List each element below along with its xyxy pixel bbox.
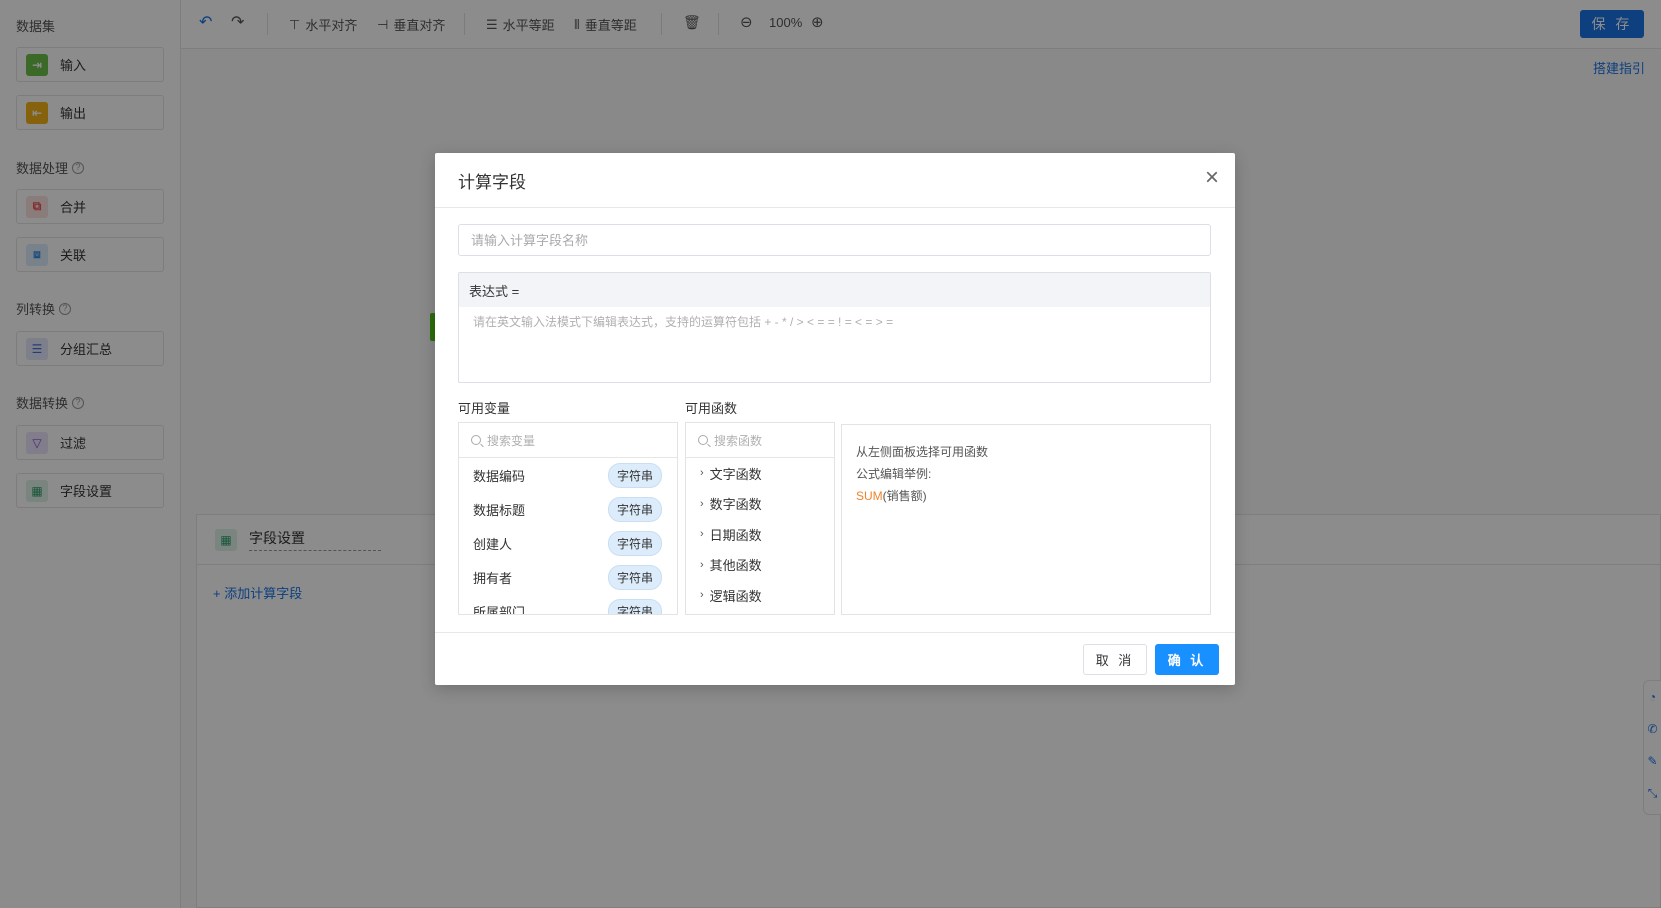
functions-label: 可用函数 <box>685 401 738 416</box>
function-category[interactable]: › 其他函数 <box>686 550 834 581</box>
function-category[interactable]: › 日期函数 <box>686 519 834 550</box>
dialog-footer: 取 消 确 认 <box>435 632 1235 685</box>
search-icon <box>698 435 708 445</box>
chevron-right-icon: › <box>700 497 704 510</box>
info-example: SUM(销售额) <box>856 489 927 503</box>
function-category[interactable]: › 文字函数 <box>686 458 834 489</box>
expression-placeholder: 请在英文输入法模式下编辑表达式，支持的运算符包括 + - * / > < = =… <box>473 315 894 329</box>
type-tag: 字符串 <box>607 598 662 614</box>
type-tag: 字符串 <box>607 496 662 522</box>
variable-search[interactable]: 搜索变量 <box>459 423 677 458</box>
function-category[interactable]: › 数字函数 <box>686 489 834 520</box>
functions-panel: 搜索函数 › 文字函数 › 数字函数 › 日期函数 › 其他函数 › 逻辑函数 <box>685 422 835 615</box>
calc-field-dialog: 计算字段 × 表达式 = 请在英文输入法模式下编辑表达式，支持的运算符包括 + … <box>435 153 1235 685</box>
confirm-button[interactable]: 确 认 <box>1155 644 1219 675</box>
info-example-label: 公式编辑举例: <box>856 467 932 481</box>
variables-label: 可用变量 <box>458 401 511 416</box>
info-hint: 从左侧面板选择可用函数 <box>856 445 989 459</box>
variables-panel: 搜索变量 数据编码 字符串 数据标题 字符串 创建人 字符串 拥有者 字符串 所属部门字… <box>458 422 678 615</box>
dialog-header: 计算字段 <box>435 153 1235 208</box>
expression-label: 表达式 = <box>459 273 1210 307</box>
function-search[interactable]: 搜索函数 <box>686 423 834 458</box>
expression-editor[interactable]: 表达式 = 请在英文输入法模式下编辑表达式，支持的运算符包括 + - * / >… <box>458 272 1211 383</box>
variable-item[interactable]: 数据编码 字符串 <box>459 458 677 492</box>
type-tag: 字符串 <box>607 530 662 556</box>
chevron-right-icon: › <box>700 528 704 541</box>
chevron-right-icon: › <box>700 558 704 571</box>
function-info-panel: 从左侧面板选择可用函数 公式编辑举例: SUM(销售额) <box>841 424 1211 615</box>
variable-item[interactable]: 所属部门 字符串 <box>459 594 677 614</box>
type-tag: 字符串 <box>607 564 662 590</box>
cancel-button[interactable]: 取 消 <box>1083 644 1147 675</box>
variable-item[interactable]: 创建人 字符串 <box>459 526 677 560</box>
function-category[interactable]: › 逻辑函数 <box>686 580 834 611</box>
field-name-input[interactable] <box>458 224 1211 256</box>
chevron-right-icon: › <box>700 589 704 602</box>
chevron-right-icon: › <box>700 467 704 480</box>
search-icon <box>471 435 481 445</box>
dialog-title: 计算字段 <box>458 172 526 192</box>
type-tag: 字符串 <box>607 462 662 488</box>
close-icon[interactable]: × <box>1205 166 1219 190</box>
variable-item[interactable]: 拥有者 字符串 <box>459 560 677 594</box>
variable-item[interactable]: 数据标题 字符串 <box>459 492 677 526</box>
